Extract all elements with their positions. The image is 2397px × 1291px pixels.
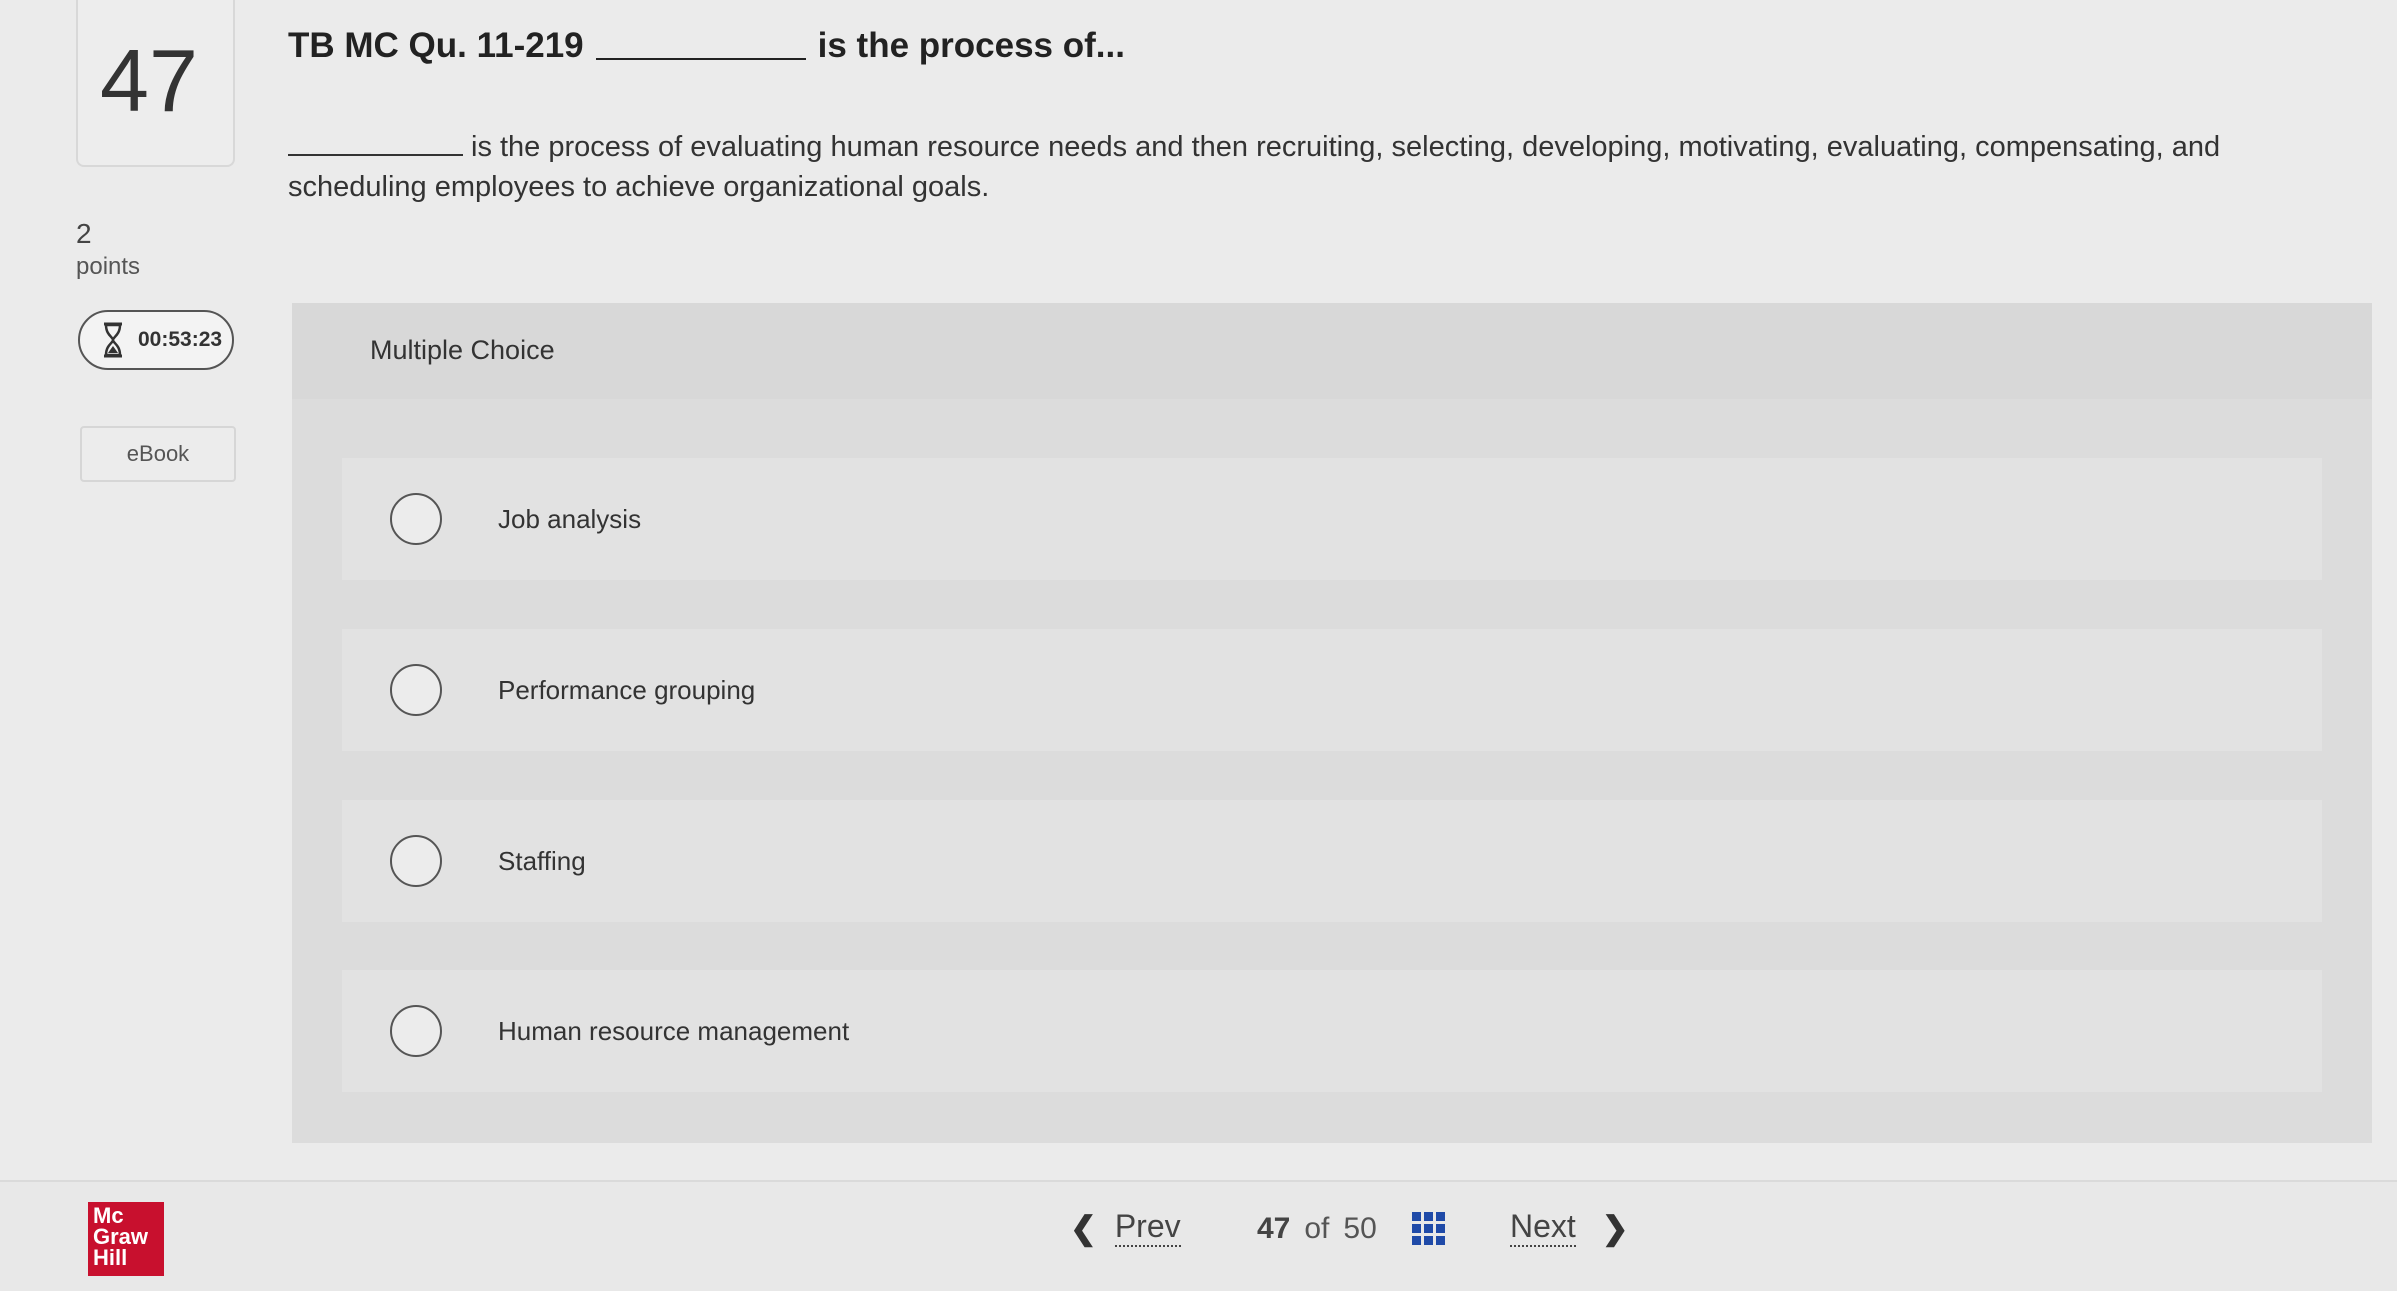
choice-option[interactable]: Human resource management: [342, 970, 2322, 1092]
choice-label[interactable]: Performance grouping: [498, 675, 755, 706]
mcgraw-hill-logo: Mc Graw Hill: [88, 1202, 164, 1276]
choice-label[interactable]: Staffing: [498, 846, 586, 877]
of-label: of: [1304, 1212, 1330, 1245]
timer[interactable]: 00:53:23: [78, 310, 234, 370]
choice-option[interactable]: Performance grouping: [342, 629, 2322, 751]
logo-line: Hill: [93, 1245, 128, 1270]
logo-line: Graw: [93, 1224, 149, 1249]
question-blank: [288, 126, 463, 156]
question-body: is the process of evaluating human resou…: [288, 131, 2221, 203]
logo-line: Mc: [93, 1203, 124, 1228]
question-number: 47: [100, 31, 198, 130]
next-label: Next: [1510, 1208, 1576, 1247]
multiple-choice-panel: Multiple Choice Job analysis Performance…: [292, 303, 2372, 1143]
question-id: TB MC Qu. 11-219: [288, 26, 584, 65]
choice-option[interactable]: Staffing: [342, 800, 2322, 922]
question-header: TB MC Qu. 11-219 is the process of...: [288, 26, 1125, 66]
prev-button[interactable]: ❮ Prev: [1070, 1208, 1181, 1247]
choice-label[interactable]: Human resource management: [498, 1016, 849, 1047]
page-indicator: 47 of 50: [1257, 1212, 1377, 1246]
header-blank: [595, 28, 806, 60]
hourglass-icon: [104, 322, 122, 358]
chevron-right-icon: ❯: [1601, 1209, 1629, 1246]
points-value: 2: [76, 218, 92, 249]
choice-label[interactable]: Job analysis: [498, 504, 641, 535]
ebook-button[interactable]: eBook: [80, 426, 236, 482]
radio-button[interactable]: [390, 835, 442, 887]
total-pages: 50: [1343, 1212, 1377, 1245]
choice-option[interactable]: Job analysis: [342, 458, 2322, 580]
current-page: 47: [1257, 1212, 1291, 1245]
radio-button[interactable]: [390, 1005, 442, 1057]
question-header-suffix: is the process of...: [817, 26, 1125, 65]
chevron-left-icon: ❮: [1070, 1209, 1097, 1246]
question-text: is the process of evaluating human resou…: [288, 126, 2308, 207]
radio-button[interactable]: [390, 493, 442, 545]
next-button[interactable]: Next ❯: [1510, 1208, 1629, 1247]
radio-button[interactable]: [390, 664, 442, 716]
grid-icon[interactable]: [1412, 1212, 1446, 1246]
timer-value: 00:53:23: [138, 328, 223, 351]
footer-bar: [0, 1180, 2397, 1291]
multiple-choice-title: Multiple Choice: [370, 335, 555, 365]
multiple-choice-title-bar: [292, 303, 2372, 399]
prev-label: Prev: [1114, 1208, 1181, 1247]
points-label: points: [76, 253, 141, 280]
